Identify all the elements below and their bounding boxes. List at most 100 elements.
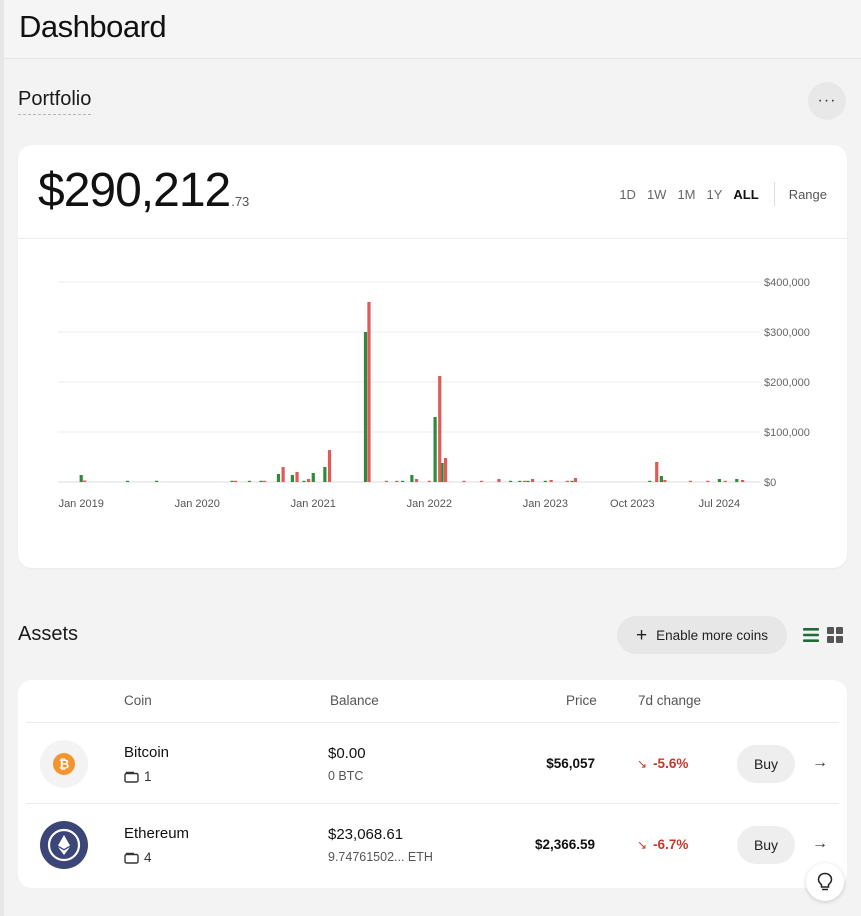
page-title: Dashboard [19,9,167,44]
change-7d: ↘ -5.6% [637,756,688,771]
chart-bar-outflow [462,480,466,482]
y-tick-label: $300,000 [764,327,810,339]
portfolio-chart: $0 $100,000 $200,000 $300,000 $400,000 Jan 20… [58,277,810,510]
x-tick-label: Jan 2020 [175,498,220,510]
chart-bar-inflow [126,480,130,482]
trend-down-icon: ↘ [637,837,648,852]
balance-coin: 9.74761502... ETH [328,850,433,864]
chart-bar-inflow [508,480,513,482]
wallet-count: 1 [124,769,152,784]
chart-bar-inflow [276,474,281,482]
chart-bar-outflow [262,480,267,482]
chart-bar-outflow [706,480,710,482]
assets-table: Coin Balance Price 7d change ₿ Bitcoin 1… [18,680,847,888]
chart-bar-outflow [565,480,569,482]
help-button[interactable] [806,863,844,901]
chart-bar-inflow [433,417,437,482]
x-tick-label: Jan 2023 [523,498,568,510]
chart-bar-inflow [401,480,405,482]
chart-bar-outflow [295,472,299,482]
balance-coin: 0 BTC [328,769,364,783]
bitcoin-logo-icon: ₿ [40,740,88,788]
portfolio-title[interactable]: Portfolio [18,88,92,115]
arrow-right-icon[interactable]: → [812,754,828,772]
ethereum-logo-icon [40,821,88,869]
chart-bar-inflow [247,480,252,482]
balance-usd: $0.00 [328,745,366,762]
chart-bar-inflow [648,480,652,482]
chart-bar-inflow [717,479,721,482]
column-header-change[interactable]: 7d change [638,693,701,708]
chart-bar-inflow [230,480,234,482]
wallet-icon [124,852,139,864]
y-tick-label: $100,000 [764,427,810,439]
chart-bar-outflow [740,480,745,482]
chart-bar-inflow [518,480,522,482]
arrow-right-icon[interactable]: → [812,835,828,853]
chart-bar-outflow [497,479,501,482]
chart-bar-outflow [384,480,388,482]
chart-bar-outflow [443,458,448,482]
row-divider [26,803,839,804]
chart-bar-inflow [543,480,547,482]
chart-bar-outflow [327,450,332,482]
wallet-count: 4 [124,850,152,865]
header-divider [26,722,839,723]
chart-bar-outflow [438,376,442,482]
chart-bar-inflow [302,480,306,482]
x-tick-label: Jan 2019 [59,498,104,510]
x-tick-label: Jan 2022 [407,498,452,510]
chart-bar-outflow [663,480,667,482]
chart-bar-inflow [659,476,663,482]
list-view-icon[interactable] [803,627,819,643]
column-header-price[interactable]: Price [566,693,597,708]
chart-bar-outflow [307,479,311,482]
chart-bar-inflow [259,480,263,482]
chart-bar-outflow [233,480,238,482]
wallet-count-value: 4 [144,850,152,865]
chart-bar-outflow [573,478,578,482]
grid-view-icon[interactable] [827,627,843,643]
svg-text:₿: ₿ [59,758,70,773]
x-tick-label: Jan 2021 [291,498,336,510]
coin-name: Ethereum [124,825,190,842]
x-tick-label: Oct 2023 [610,498,655,510]
chart-bar-outflow [427,480,431,482]
chart-bar-inflow [290,475,294,482]
column-header-balance[interactable]: Balance [330,693,379,708]
chart-bar-inflow [79,475,83,482]
y-tick-label: $400,000 [764,277,810,289]
chart-bar-outflow [414,479,419,482]
wallet-count-value: 1 [144,769,152,784]
chart-bar-inflow [155,480,159,482]
change-7d-value: -6.7% [653,837,689,852]
chart-bar-inflow [570,480,574,482]
chart-bar-outflow [395,480,399,482]
column-header-coin[interactable]: Coin [124,693,152,708]
portfolio-card: $290,212.73 1D 1W 1M 1Y ALL Range $0 $100… [18,145,847,568]
chart-bar-outflow [688,480,692,482]
chart-bar-outflow [522,480,527,482]
plus-icon: + [636,624,648,646]
change-7d: ↘ -6.7% [637,837,688,852]
window-edge [0,0,4,916]
trend-down-icon: ↘ [637,756,648,771]
y-tick-label: $200,000 [764,377,810,389]
chart-bar-outflow [723,480,727,482]
chart-bar-inflow [526,480,530,482]
chart-bar-inflow [311,473,315,482]
buy-button[interactable]: Buy [737,745,795,783]
x-tick-label: Jul 2024 [699,498,741,510]
coin-name: Bitcoin [124,744,170,761]
chart-bar-outflow [367,302,371,482]
lightbulb-icon [817,872,833,891]
chart-bar-outflow [281,467,285,482]
buy-button[interactable]: Buy [737,826,795,864]
page-header: Dashboard [4,0,861,59]
chart-bar-inflow [410,475,414,482]
coin-price: $56,057 [546,756,595,771]
more-options-button[interactable]: ··· [808,82,846,120]
enable-more-coins-button[interactable]: + Enable more coins [617,616,787,654]
assets-title: Assets [18,623,79,645]
coin-price: $2,366.59 [534,837,595,852]
